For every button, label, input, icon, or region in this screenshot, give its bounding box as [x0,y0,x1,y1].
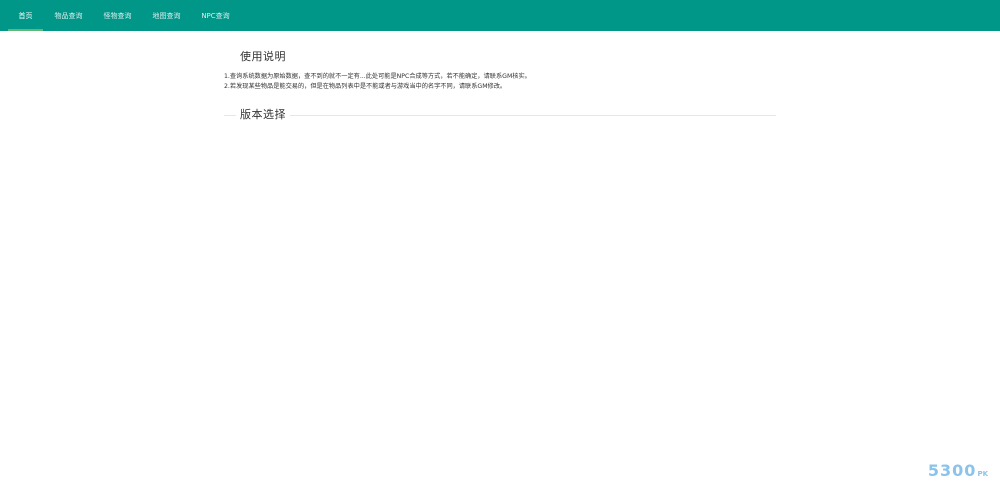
watermark-main: 5300 [927,461,977,480]
nav-item-item-search[interactable]: 物品查询 [51,0,86,31]
watermark-suffix: PK [977,470,988,478]
nav-item-map-search[interactable]: 地图查询 [149,0,184,31]
top-nav: 首页 物品查询 怪物查询 地图查询 NPC查询 [0,0,1000,31]
usage-title: 使用说明 [240,50,286,63]
usage-note-line: 1.查询系统数据为原始数据，查不到的就不一定有...此处可能是NPC合成等方式，… [224,73,531,80]
nav-item-label: 怪物查询 [103,11,132,20]
watermark-logo: 5300 PK [928,461,988,480]
nav-item-monster-search[interactable]: 怪物查询 [100,0,135,31]
divider [224,115,776,116]
nav-item-npc-search[interactable]: NPC查询 [198,0,233,31]
version-fieldset: 版本选择 [224,108,776,122]
nav-item-label: NPC查询 [201,11,230,20]
nav-item-label: 物品查询 [54,11,83,20]
nav-item-home[interactable]: 首页 [8,0,43,31]
nav-item-label: 首页 [18,11,33,20]
usage-notes: 1.查询系统数据为原始数据，查不到的就不一定有...此处可能是NPC合成等方式，… [224,72,776,92]
nav-item-label: 地图查询 [152,11,181,20]
usage-note-line: 2.若发现某些物品是能交易的，但是在物品列表中是不能或者与游戏当中的名字不同，请… [224,83,507,90]
version-legend: 版本选择 [236,108,290,122]
